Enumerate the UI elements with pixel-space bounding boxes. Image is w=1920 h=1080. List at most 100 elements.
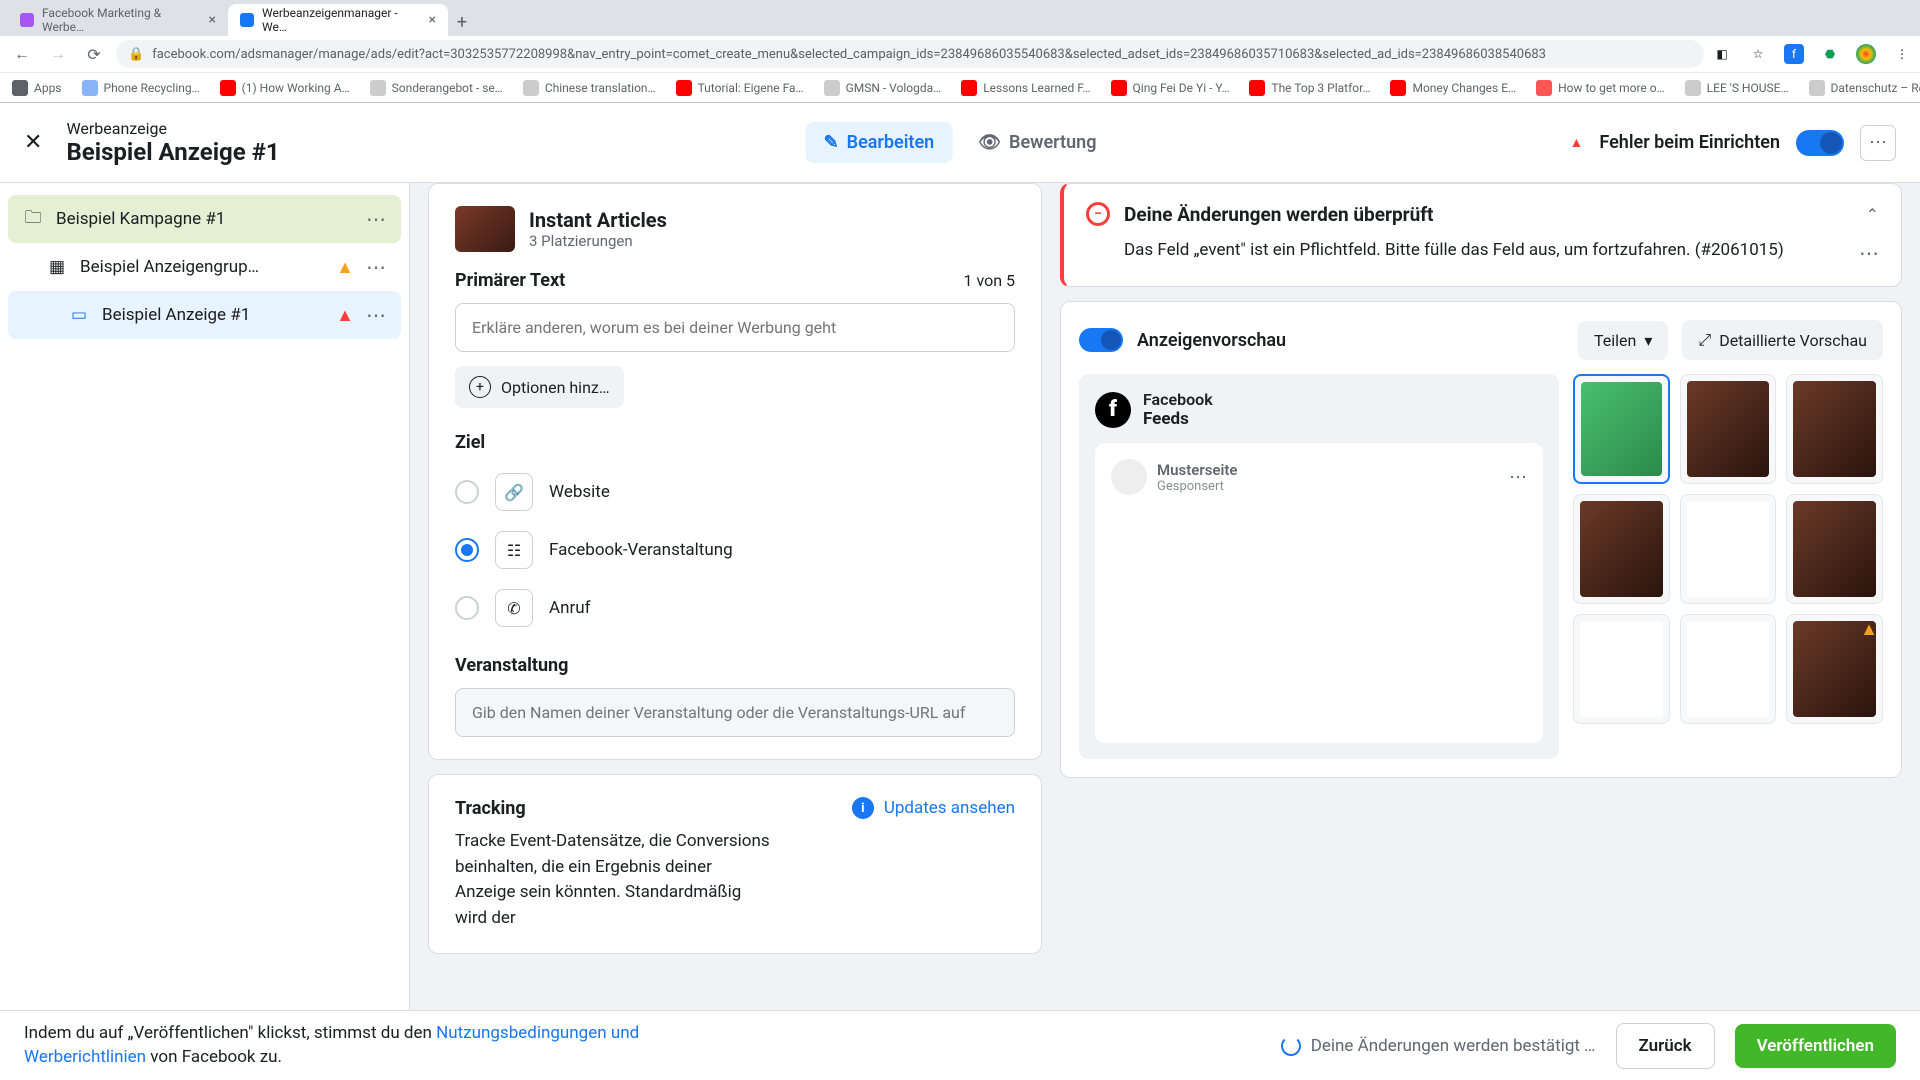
- radio-button[interactable]: [455, 596, 479, 620]
- tree-label: Beispiel Anzeigengrup…: [80, 257, 324, 277]
- bookmark-item[interactable]: GMSN - Vologda…: [824, 80, 942, 96]
- error-icon: ▲: [336, 305, 354, 326]
- bookmark-label: Chinese translation…: [545, 81, 656, 95]
- header-right: ▲ Fehler beim Einrichten ⋯: [1570, 125, 1896, 161]
- folder-icon: 🗀: [22, 208, 44, 230]
- profile-icon[interactable]: [1856, 44, 1876, 64]
- placement-thumb[interactable]: [1573, 614, 1670, 724]
- bookmark-item[interactable]: LEE 'S HOUSE…: [1685, 80, 1789, 96]
- bookmark-label: Apps: [34, 81, 62, 95]
- new-tab-button[interactable]: +: [448, 8, 476, 36]
- tree-ad[interactable]: ▭ Beispiel Anzeige #1 ▲ ⋯: [8, 291, 401, 339]
- placement-thumb[interactable]: [1680, 374, 1777, 484]
- error-text: Fehler beim Einrichten: [1599, 132, 1780, 153]
- bookmark-item[interactable]: Qing Fei De Yi - Y…: [1111, 80, 1230, 96]
- tab-label: Bewertung: [1009, 132, 1096, 153]
- radio-button[interactable]: [455, 538, 479, 562]
- close-icon[interactable]: ×: [209, 12, 216, 28]
- pencil-icon: ✎: [824, 132, 839, 153]
- adset-icon: ▦: [46, 256, 68, 278]
- destination-fb-event[interactable]: ☷ Facebook-Veranstaltung: [455, 521, 1015, 579]
- footer-status: Deine Änderungen werden bestätigt …: [1281, 1036, 1596, 1056]
- placement-thumb[interactable]: [1573, 374, 1670, 484]
- tab-review[interactable]: 👁 Bewertung: [960, 122, 1114, 163]
- more-menu-button[interactable]: ⋯: [1860, 125, 1896, 161]
- tab-strip: Facebook Marketing & Werbe… × Werbeanzei…: [0, 0, 1920, 36]
- bookmark-item[interactable]: Lessons Learned F…: [961, 80, 1090, 96]
- url-text: facebook.com/adsmanager/manage/ads/edit?…: [152, 47, 1546, 62]
- destination-call[interactable]: ✆ Anruf: [455, 579, 1015, 637]
- bookmark-label: GMSN - Vologda…: [846, 81, 942, 95]
- bookmark-icon: [676, 80, 692, 96]
- reload-icon[interactable]: ⟳: [80, 40, 108, 68]
- tracking-card: Tracking i Updates ansehen Tracke Event-…: [428, 774, 1042, 954]
- more-icon[interactable]: ⋯: [1509, 467, 1527, 488]
- forward-icon[interactable]: →: [44, 40, 72, 68]
- bookmark-item[interactable]: Apps: [12, 80, 62, 96]
- bookmark-item[interactable]: How to get more o…: [1536, 80, 1665, 96]
- destination-website[interactable]: 🔗 Website: [455, 463, 1015, 521]
- placement-thumb[interactable]: ▲: [1786, 614, 1883, 724]
- bookmark-item[interactable]: Datenschutz – Re…: [1809, 80, 1920, 96]
- bookmark-item[interactable]: (1) How Working A…: [220, 80, 350, 96]
- extension-icon[interactable]: ⬣: [1820, 44, 1840, 64]
- tree-campaign[interactable]: 🗀 Beispiel Kampagne #1 ⋯: [8, 195, 401, 243]
- placement-subtitle: 3 Platzierungen: [529, 232, 667, 250]
- bookmark-item[interactable]: Tutorial: Eigene Fa…: [676, 80, 804, 96]
- more-icon[interactable]: ⋯: [366, 303, 387, 327]
- tab-edit[interactable]: ✎ Bearbeiten: [806, 122, 953, 163]
- lock-icon: 🔒: [128, 47, 144, 62]
- back-icon[interactable]: ←: [8, 40, 36, 68]
- event-input[interactable]: [455, 688, 1015, 737]
- tree-adset[interactable]: ▦ Beispiel Anzeigengrup… ▲ ⋯: [8, 243, 401, 291]
- form-panel: Instant Articles 3 Platzierungen Primäre…: [410, 183, 1060, 1011]
- chevron-up-icon[interactable]: ⌃: [1866, 205, 1879, 224]
- updates-link[interactable]: i Updates ansehen: [852, 797, 1015, 819]
- bookmark-label: Phone Recycling…: [104, 81, 200, 95]
- tab-favicon-icon: [20, 13, 34, 27]
- bookmark-item[interactable]: Sonderangebot - se…: [370, 80, 503, 96]
- status-toggle[interactable]: [1796, 130, 1844, 156]
- primary-text-header: Primärer Text 1 von 5: [455, 270, 1015, 291]
- preview-toggle[interactable]: [1079, 328, 1123, 352]
- detailed-preview-button[interactable]: ⤢ Detaillierte Vorschau: [1682, 320, 1883, 360]
- instant-articles-row[interactable]: Instant Articles 3 Platzierungen: [455, 206, 1015, 252]
- bookmark-item[interactable]: The Top 3 Platfor…: [1249, 80, 1370, 96]
- bookmark-icon: [1111, 80, 1127, 96]
- share-button[interactable]: Teilen ▾: [1578, 321, 1668, 360]
- browser-tab[interactable]: Facebook Marketing & Werbe… ×: [8, 4, 228, 36]
- back-button[interactable]: Zurück: [1616, 1023, 1715, 1069]
- close-button[interactable]: ✕: [24, 130, 42, 155]
- bookmark-item[interactable]: Phone Recycling…: [82, 80, 200, 96]
- bookmark-item[interactable]: Chinese translation…: [523, 80, 656, 96]
- phone-icon: ✆: [495, 589, 533, 627]
- expand-icon: ⤢: [1698, 330, 1711, 350]
- publish-button[interactable]: Veröffentlichen: [1735, 1024, 1896, 1068]
- browser-tab-active[interactable]: Werbeanzeigenmanager - We… ×: [228, 4, 448, 36]
- status-text: Deine Änderungen werden bestätigt …: [1311, 1036, 1596, 1056]
- bookmark-item[interactable]: Money Changes E…: [1390, 80, 1516, 96]
- add-options-button[interactable]: + Optionen hinz…: [455, 366, 624, 408]
- platform-name: Facebook: [1143, 390, 1213, 409]
- placement-thumb[interactable]: [1573, 494, 1670, 604]
- more-icon[interactable]: ⋯: [366, 255, 387, 279]
- primary-text-input[interactable]: [455, 303, 1015, 352]
- header-tabs: ✎ Bearbeiten 👁 Bewertung: [806, 122, 1115, 163]
- placement-thumbnail: [455, 206, 515, 252]
- placement-thumb[interactable]: [1786, 494, 1883, 604]
- more-icon[interactable]: ⋯: [366, 207, 387, 231]
- star-icon[interactable]: ☆: [1748, 44, 1768, 64]
- placement-thumb[interactable]: [1786, 374, 1883, 484]
- address-bar[interactable]: 🔒 facebook.com/adsmanager/manage/ads/edi…: [116, 40, 1704, 68]
- more-icon[interactable]: ⋯: [1859, 238, 1879, 268]
- extension-icon[interactable]: ◧: [1712, 44, 1732, 64]
- close-icon[interactable]: ×: [429, 12, 436, 28]
- placement-thumb[interactable]: [1680, 494, 1777, 604]
- bookmark-icon: [1390, 80, 1406, 96]
- menu-icon[interactable]: ⋮: [1892, 44, 1912, 64]
- placement-thumb[interactable]: [1680, 614, 1777, 724]
- bookmark-icon: [220, 80, 236, 96]
- validation-alert: − Deine Änderungen werden überprüft ⌃ Da…: [1060, 183, 1902, 287]
- extension-icon[interactable]: f: [1784, 44, 1804, 64]
- radio-button[interactable]: [455, 480, 479, 504]
